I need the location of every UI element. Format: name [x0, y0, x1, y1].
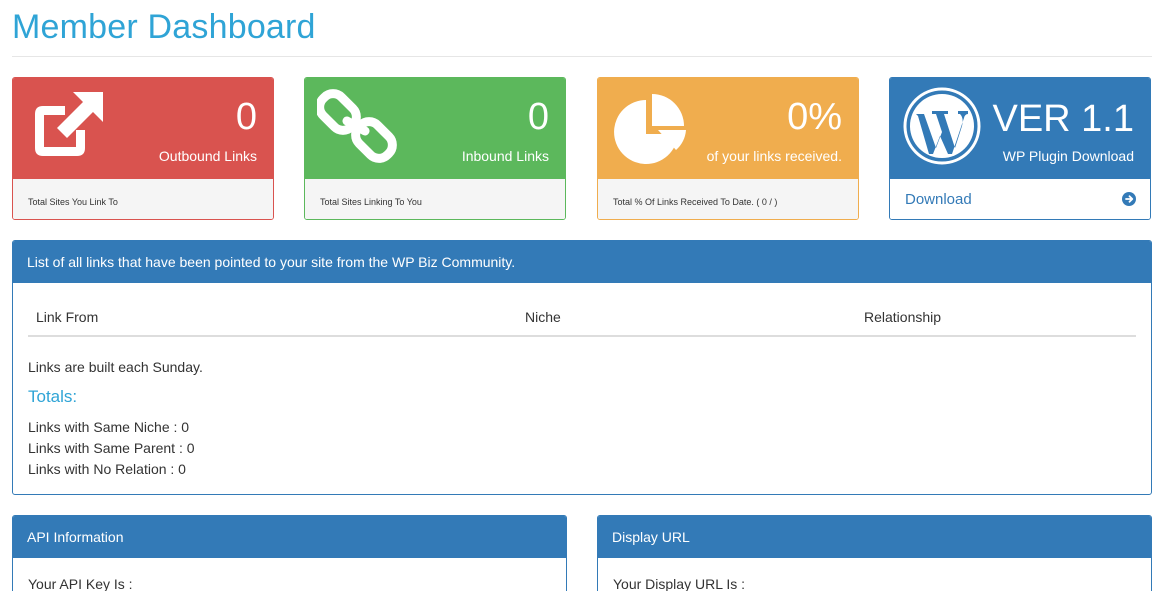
received-footer: Total % Of Links Received To Date. ( 0 /… [613, 197, 778, 207]
outbound-footer: Total Sites You Link To [28, 197, 118, 207]
received-label: of your links received. [706, 148, 842, 164]
plugin-label: WP Plugin Download [1002, 148, 1134, 164]
wordpress-icon [903, 87, 981, 165]
column-header-link-from: Link From [36, 309, 99, 325]
stat-same-niche: Links with Same Niche : 0 [28, 419, 190, 435]
download-link[interactable]: Download [905, 191, 972, 208]
chain-link-icon [317, 89, 397, 163]
display-url-panel: Display URL Your Display URL Is : [597, 515, 1152, 591]
api-information-panel: API Information Your API Key Is : [12, 515, 567, 591]
inbound-footer: Total Sites Linking To You [320, 197, 422, 207]
outbound-label: Outbound Links [158, 148, 257, 164]
inbound-links-card: 0 Inbound Links Total Sites Linking To Y… [304, 77, 566, 220]
column-header-relationship: Relationship [864, 309, 942, 325]
circle-arrow-right-icon[interactable] [1122, 192, 1136, 206]
pie-chart-icon [614, 94, 686, 164]
page-title: Member Dashboard [12, 8, 316, 46]
column-header-niche: Niche [525, 309, 561, 325]
api-panel-heading: API Information [13, 516, 566, 558]
links-received-card: 0% of your links received. Total % Of Li… [597, 77, 859, 220]
api-key-label: Your API Key Is : [28, 576, 133, 591]
received-percent: 0% [787, 96, 842, 138]
links-schedule-note: Links are built each Sunday. [28, 359, 203, 375]
title-divider [12, 56, 1152, 57]
inbound-count: 0 [527, 96, 549, 138]
display-url-label: Your Display URL Is : [613, 576, 746, 591]
totals-heading: Totals: [28, 387, 78, 406]
stat-same-parent: Links with Same Parent : 0 [28, 440, 195, 456]
stat-no-relation: Links with No Relation : 0 [28, 461, 186, 477]
links-panel-heading: List of all links that have been pointed… [13, 241, 1151, 283]
inbound-label: Inbound Links [461, 148, 549, 164]
wp-plugin-card: VER 1.1 WP Plugin Download Download [889, 77, 1151, 220]
outbound-links-card: 0 Outbound Links Total Sites You Link To [12, 77, 274, 220]
table-header-divider [28, 335, 1136, 337]
outbound-count: 0 [235, 96, 257, 138]
links-list-panel: List of all links that have been pointed… [12, 240, 1152, 495]
plugin-download-area[interactable]: Download [890, 179, 1150, 219]
plugin-version: VER 1.1 [992, 98, 1134, 140]
url-panel-heading: Display URL [598, 516, 1151, 558]
external-link-icon [35, 92, 103, 156]
